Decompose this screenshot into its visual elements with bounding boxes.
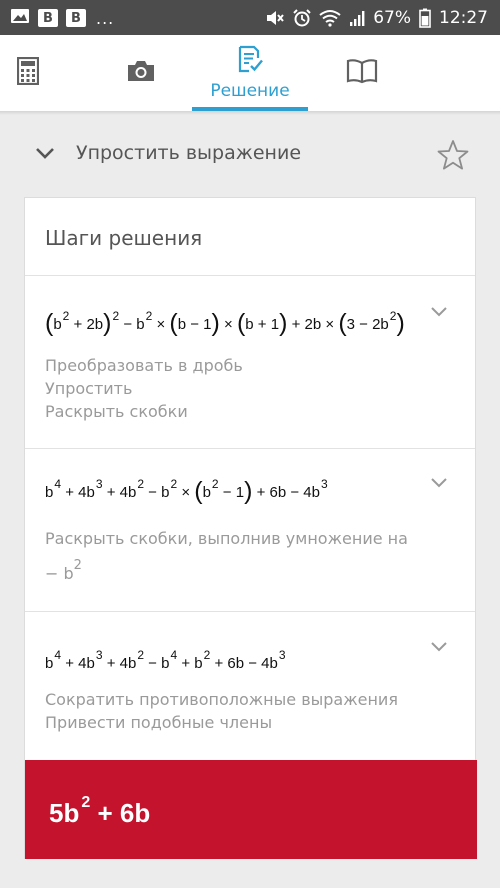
step-expression: b4 + 4b3 + 4b2 − b4 + b2 + 6b − 4b3: [45, 648, 286, 672]
expand-step-chevron-icon[interactable]: [429, 304, 449, 324]
answer-expression: 5b 2 + 6b: [49, 794, 151, 828]
tab-bar: Решение: [0, 35, 500, 111]
solution-step[interactable]: b4 + 4b3 + 4b2 − b4 + b2 + 6b − 4b3 Сокр…: [25, 612, 475, 760]
app-notification-icon: B: [66, 9, 86, 27]
tab-book[interactable]: [330, 35, 394, 111]
camera-icon: [126, 59, 156, 87]
problem-header: Упростить выражение: [0, 125, 500, 185]
step-expression: b4 + 4b3 + 4b2 − b2 × (b2 − 1) + 6b − 4b…: [45, 477, 328, 505]
solution-steps-card: Шаги решения (b2 + 2b)2 − b2 × (b − 1) ×…: [24, 197, 477, 860]
mute-icon: [265, 9, 285, 27]
tab-calculator[interactable]: [0, 35, 56, 111]
bottom-background: [0, 859, 500, 888]
wifi-icon: [319, 9, 341, 27]
solution-step[interactable]: b4 + 4b3 + 4b2 − b2 × (b2 − 1) + 6b − 4b…: [25, 449, 475, 611]
tab-bar-shadow: [0, 111, 500, 115]
book-icon: [346, 58, 378, 88]
expand-step-chevron-icon[interactable]: [429, 475, 449, 495]
solution-icon: [237, 45, 263, 77]
more-notifications: ...: [96, 8, 115, 28]
steps-title: Шаги решения: [45, 226, 203, 250]
clock: 12:27: [439, 8, 488, 28]
alarm-icon: [293, 9, 311, 27]
calculator-icon: [16, 56, 40, 89]
tab-camera[interactable]: [106, 35, 176, 111]
favorite-star-icon[interactable]: [436, 138, 470, 176]
expand-step-chevron-icon[interactable]: [429, 639, 449, 659]
solution-step[interactable]: (b2 + 2b)2 − b2 × (b − 1) × (b + 1) + 2b…: [25, 276, 475, 448]
collapse-chevron-icon[interactable]: [34, 143, 56, 167]
step-description: Преобразовать в дробь Упростить Раскрыть…: [45, 356, 243, 421]
final-answer: 5b 2 + 6b: [25, 760, 477, 860]
step-expression: (b2 + 2b)2 − b2 × (b − 1) × (b + 1) + 2b…: [45, 309, 405, 337]
status-bar: B B ... 67% 12:27: [0, 0, 500, 35]
app-notification-icon: B: [38, 9, 58, 27]
battery-icon: [419, 8, 431, 28]
tab-solution[interactable]: Решение: [192, 35, 308, 111]
gallery-notification-icon: [10, 7, 30, 29]
step-description: Раскрыть скобки, выполнив умножение на −…: [45, 529, 408, 583]
step-description: Сократить противоположные выражения Прив…: [45, 690, 398, 732]
battery-percent: 67%: [373, 8, 411, 28]
tab-solution-label: Решение: [210, 81, 290, 101]
signal-icon: [349, 9, 365, 27]
problem-title: Упростить выражение: [76, 142, 302, 164]
